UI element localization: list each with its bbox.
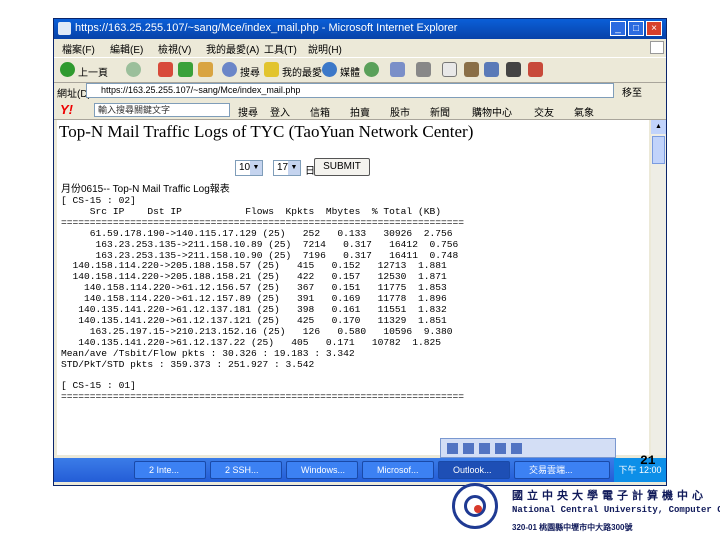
menu-tools[interactable]: 工具(T) (264, 41, 297, 56)
taskbar: 2 Inte... 2 SSH... Windows... Microsof..… (54, 458, 666, 482)
windows-logo-icon (650, 41, 664, 54)
yahoo-shopping-link[interactable]: 購物中心 (472, 104, 512, 119)
close-button[interactable]: × (646, 21, 662, 36)
yahoo-stock-link[interactable]: 股市 (390, 104, 410, 119)
home-icon[interactable] (198, 62, 213, 77)
logo-dot (474, 505, 482, 513)
address-input[interactable]: https://163.25.255.107/~sang/Mce/index_m… (86, 83, 614, 98)
go-button[interactable]: 移至 (622, 84, 642, 99)
search-icon[interactable] (222, 62, 237, 77)
yahoo-weather-link[interactable]: 氣象 (574, 104, 594, 119)
maximize-button[interactable]: □ (628, 21, 644, 36)
logo-ring (464, 495, 486, 517)
edit-page-icon[interactable] (442, 62, 457, 77)
yahoo-mail-link[interactable]: 信箱 (310, 104, 330, 119)
pen-icon[interactable] (511, 443, 522, 454)
research-icon[interactable] (506, 62, 521, 77)
menu-edit[interactable]: 編輯(E) (110, 41, 143, 56)
settings-icon[interactable] (495, 443, 506, 454)
yahoo-toolbar: Y! 輸入搜尋關鍵文字 搜尋 登入 信箱 拍賣 股市 新聞 購物中心 交友 氣象 (54, 101, 666, 120)
taskbar-item[interactable]: 2 Inte... (134, 461, 206, 479)
taskbar-item[interactable]: Windows... (286, 461, 358, 479)
yahoo-dating-link[interactable]: 交友 (534, 104, 554, 119)
discuss-icon[interactable] (464, 62, 479, 77)
slide-number: 21 (640, 453, 656, 468)
menu-help[interactable]: 說明(H) (308, 41, 342, 56)
taskbar-item[interactable]: Microsof... (362, 461, 434, 479)
ncu-logo (452, 483, 498, 529)
mail-icon[interactable] (390, 62, 405, 77)
yahoo-login-button[interactable]: 登入 (270, 104, 290, 119)
menu-bar: 檔案(F) 編輯(E) 檢視(V) 我的最愛(A) 工具(T) 說明(H) (54, 39, 666, 57)
top-n-select[interactable]: 10 ▼ (235, 160, 263, 176)
print-icon[interactable] (416, 62, 431, 77)
toolbar: 上一頁 搜尋 我的最愛 媒體 (54, 57, 666, 83)
history-icon[interactable] (364, 62, 379, 77)
browser-window: https://163.25.255.107/~sang/Mce/index_m… (53, 18, 667, 486)
ie-icon (58, 22, 71, 35)
day-select[interactable]: 17 ▼ (273, 160, 301, 176)
scroll-thumb[interactable] (652, 136, 665, 164)
search-button[interactable]: 搜尋 (240, 64, 260, 79)
taskbar-item[interactable]: 2 SSH... (210, 461, 282, 479)
media-icon[interactable] (322, 62, 337, 77)
chevron-down-icon: ▼ (288, 161, 300, 175)
extension-icon[interactable] (528, 62, 543, 77)
day-value: 17 (277, 162, 289, 173)
minimize-button[interactable]: _ (610, 21, 626, 36)
taskbar-item[interactable]: 交易雲端... (514, 461, 610, 479)
yahoo-search-input[interactable]: 輸入搜尋關鍵文字 (94, 103, 230, 117)
vertical-scrollbar[interactable]: ▲ (651, 120, 666, 455)
menu-file[interactable]: 檔案(F) (62, 41, 95, 56)
page-content: Top-N Mail Traffic Logs of TYC (TaoYuan … (57, 120, 649, 455)
submit-button[interactable]: SUBMIT (314, 158, 370, 176)
media-button[interactable]: 媒體 (340, 64, 360, 79)
yahoo-logo[interactable]: Y! (60, 102, 73, 117)
top-n-value: 10 (239, 162, 251, 173)
traffic-log-text: [ CS-15 : 02] Src IP Dst IP Flows Kpkts … (61, 195, 465, 403)
refresh-icon[interactable] (178, 62, 193, 77)
footer-address: 320-01 桃園縣中壢市中大路300號 (512, 523, 633, 532)
language-bar[interactable] (440, 438, 616, 458)
report-subtitle: 月份0615-- Top-N Mail Traffic Log報表 (61, 184, 230, 195)
back-arrow-icon[interactable] (60, 62, 75, 77)
taskbar-item[interactable]: Outlook... (438, 461, 510, 479)
title-bar[interactable]: https://163.25.255.107/~sang/Mce/index_m… (54, 19, 666, 39)
stop-icon[interactable] (158, 62, 173, 77)
chevron-down-icon: ▼ (250, 161, 262, 175)
back-button[interactable]: 上一頁 (78, 64, 108, 79)
favorites-button[interactable]: 我的最愛 (282, 64, 322, 79)
yahoo-auction-link[interactable]: 拍賣 (350, 104, 370, 119)
input-method-icon[interactable] (463, 443, 474, 454)
menu-view[interactable]: 檢視(V) (158, 41, 191, 56)
window-title: https://163.25.255.107/~sang/Mce/index_m… (75, 22, 458, 34)
keyboard-icon[interactable] (447, 443, 458, 454)
yahoo-news-link[interactable]: 新聞 (430, 104, 450, 119)
favorites-star-icon[interactable] (264, 62, 279, 77)
forward-arrow-icon[interactable] (126, 62, 141, 77)
scroll-up-icon[interactable]: ▲ (651, 120, 666, 134)
footer-name-zh: 國立中央大學電子計算機中心 (512, 490, 707, 502)
address-bar: 網址(D) https://163.25.255.107/~sang/Mce/i… (54, 82, 666, 100)
page-title: Top-N Mail Traffic Logs of TYC (TaoYuan … (59, 122, 474, 141)
help-icon[interactable] (479, 443, 490, 454)
menu-favorites[interactable]: 我的最愛(A) (206, 41, 259, 56)
footer-name-en: National Central University, Computer Ce… (512, 505, 720, 515)
messenger-icon[interactable] (484, 62, 499, 77)
yahoo-search-button[interactable]: 搜尋 (238, 104, 258, 119)
